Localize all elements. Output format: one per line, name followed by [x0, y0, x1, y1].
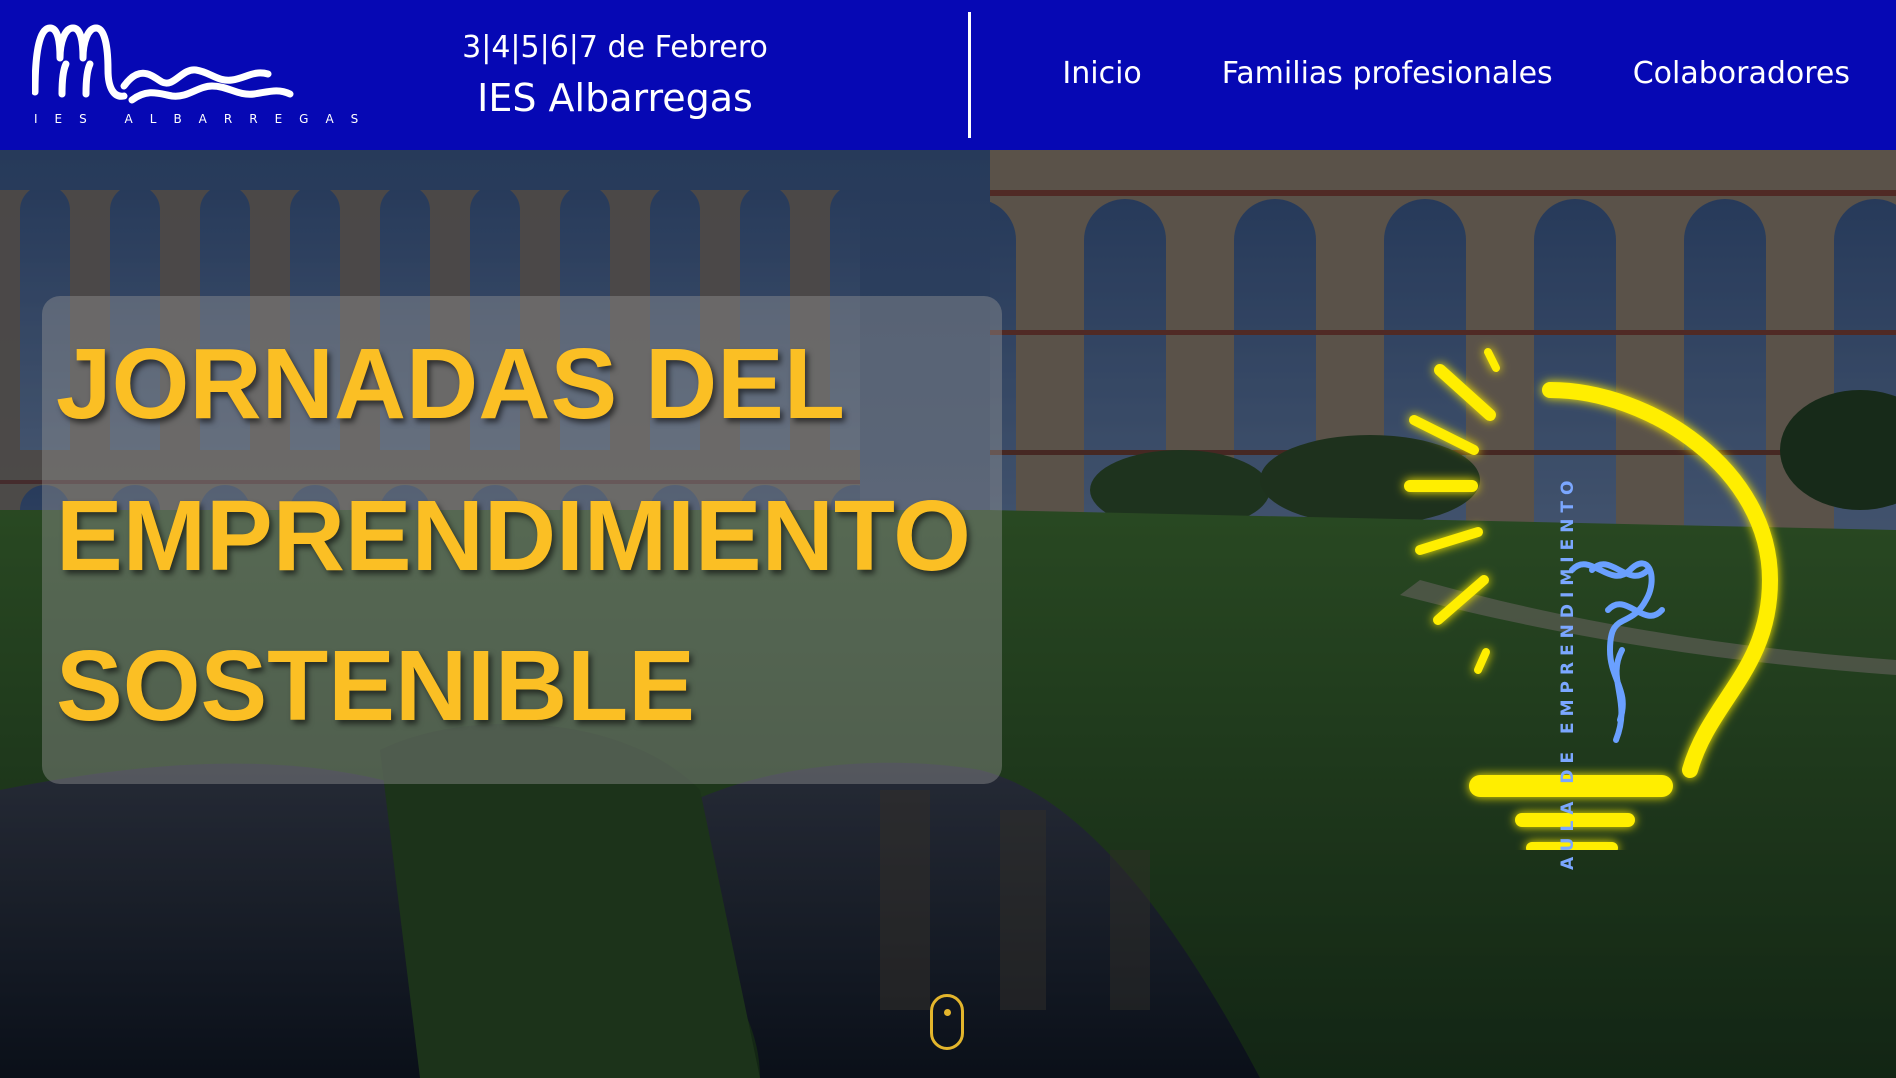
hero-section: JORNADAS DEL EMPRENDIMIENTO SOSTENIBLE A… — [0, 150, 1896, 1078]
logo[interactable]: IES ALBARREGAS — [32, 24, 376, 128]
scroll-dot — [944, 1009, 951, 1016]
site-header: IES ALBARREGAS 3|4|5|6|7 de Febrero IES … — [0, 0, 1896, 150]
hero-title-line-3: SOSTENIBLE — [56, 630, 695, 742]
event-place: IES Albarregas — [477, 76, 753, 120]
title-panel: JORNADAS DEL EMPRENDIMIENTO SOSTENIBLE — [42, 296, 1002, 784]
event-dates: 3|4|5|6|7 de Febrero — [462, 30, 768, 65]
hero-title-line-2: EMPRENDIMIENTO — [56, 480, 971, 592]
header-divider — [968, 12, 971, 138]
logo-icon — [32, 24, 294, 104]
nav-link-colaboradores[interactable]: Colaboradores — [1633, 56, 1850, 91]
bulb-caption: AULA DE EMPRENDIMIENTO — [1558, 474, 1578, 870]
logo-text: IES ALBARREGAS — [34, 112, 376, 126]
nav-link-inicio[interactable]: Inicio — [1062, 56, 1141, 91]
main-nav: Inicio Familias profesionales Colaborado… — [1062, 56, 1850, 91]
hero-title-line-1: JORNADAS DEL — [56, 328, 845, 440]
nav-link-familias-profesionales[interactable]: Familias profesionales — [1222, 56, 1553, 91]
scroll-down-icon[interactable] — [930, 994, 964, 1050]
